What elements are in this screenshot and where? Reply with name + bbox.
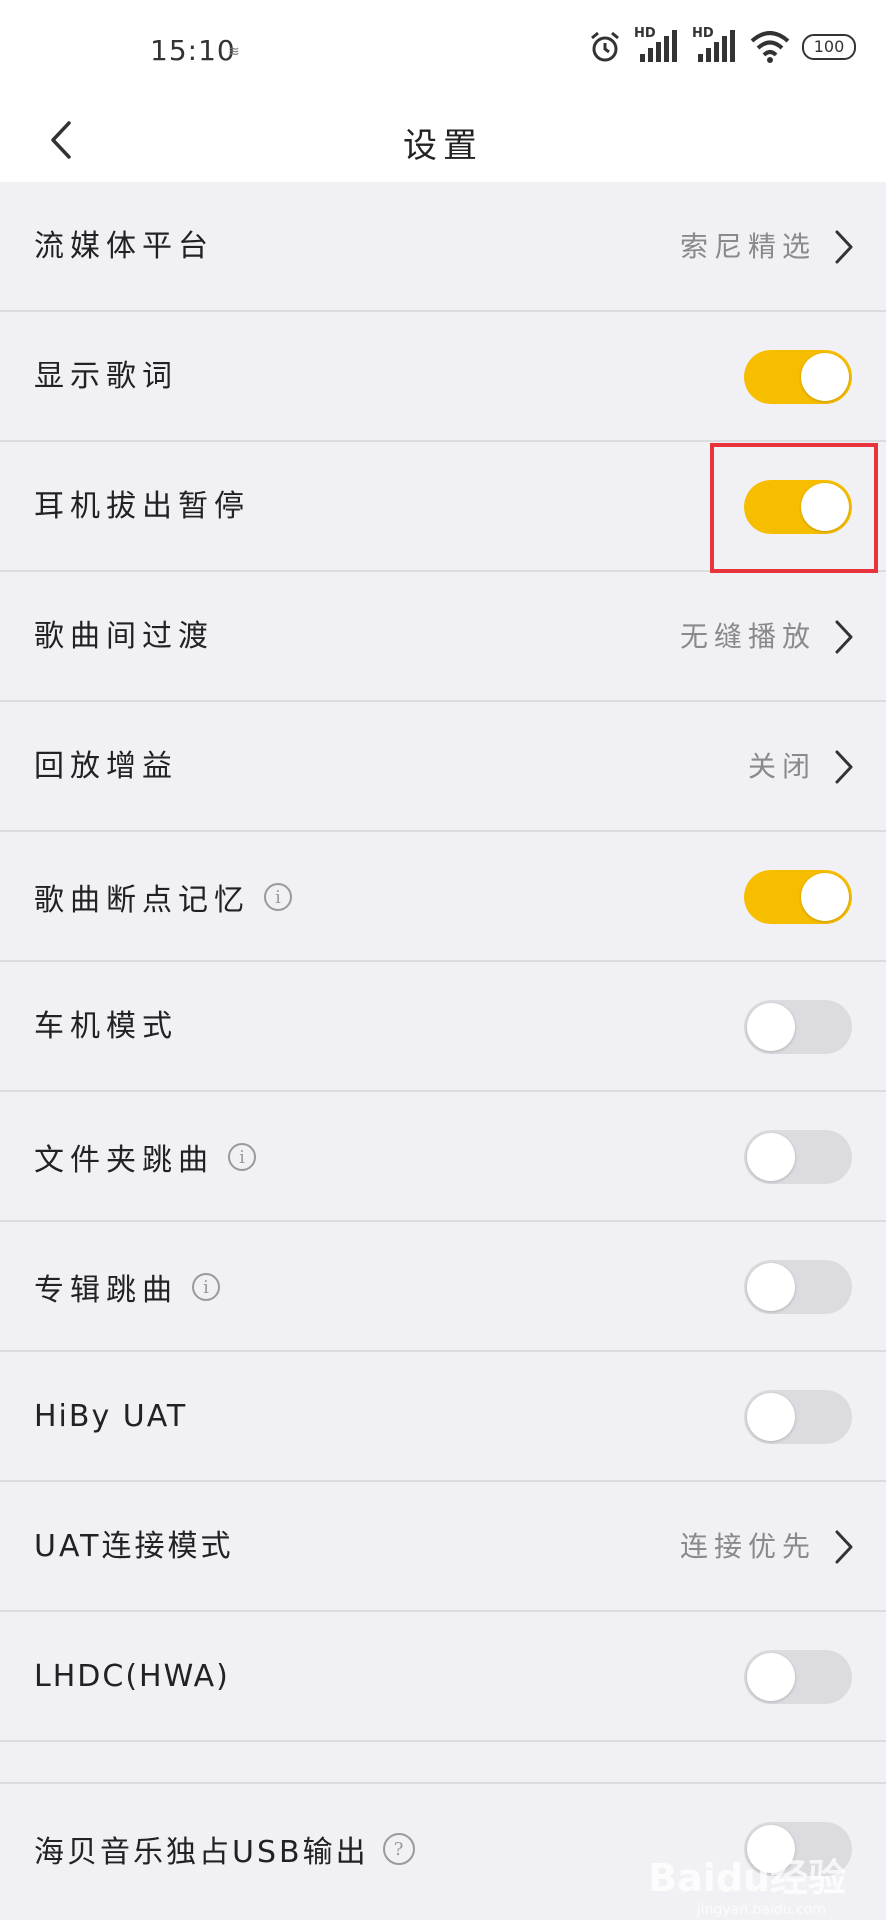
chevron-right-icon (835, 1530, 853, 1564)
chevron-right-icon (835, 620, 853, 654)
settings-list: 流媒体平台 索尼精选 显示歌词 耳机拔出暂停 歌曲间过渡 无缝播放 回放增益 关… (0, 182, 886, 1914)
setting-label: 文件夹跳曲 (34, 1143, 214, 1178)
setting-value: 无缝播放 (679, 620, 816, 653)
setting-label: 歌曲间过渡 (34, 619, 214, 654)
status-time: 15:10 (150, 34, 236, 67)
setting-show-lyrics: 显示歌词 (0, 312, 886, 442)
setting-label: 车机模式 (34, 1009, 178, 1044)
setting-streaming-platform[interactable]: 流媒体平台 索尼精选 (0, 182, 886, 312)
setting-label: 显示歌词 (34, 359, 178, 394)
setting-value: 索尼精选 (679, 230, 816, 263)
setting-label: 流媒体平台 (34, 229, 214, 264)
signal-1: HD (634, 26, 680, 64)
setting-folder-skip: 文件夹跳曲 i (0, 1092, 886, 1222)
hiby-uat-toggle[interactable] (744, 1390, 852, 1444)
chevron-right-icon (835, 230, 853, 264)
chevron-right-icon (835, 750, 853, 784)
wifi-icon (750, 31, 790, 63)
setting-song-transition[interactable]: 歌曲间过渡 无缝播放 (0, 572, 886, 702)
setting-lhdc: LHDC(HWA) (0, 1612, 886, 1742)
toggle-knob (747, 1263, 795, 1311)
headphone-unplug-pause-toggle[interactable] (744, 480, 852, 534)
toggle-knob (747, 1393, 795, 1441)
toggle-knob (747, 1133, 795, 1181)
setting-value: 连接优先 (679, 1530, 816, 1563)
setting-value: 关闭 (747, 750, 816, 783)
toggle-knob (801, 353, 849, 401)
setting-label: 专辑跳曲 (34, 1273, 178, 1308)
help-icon[interactable]: ? (382, 1833, 415, 1865)
show-lyrics-toggle[interactable] (744, 350, 852, 404)
section-divider (0, 1742, 886, 1784)
info-icon[interactable]: i (228, 1143, 256, 1171)
page-title: 设置 (403, 126, 483, 166)
label-group: 歌曲断点记忆 i (34, 832, 292, 962)
app-header: 设置 (0, 100, 886, 183)
setting-label: HiBy UAT (34, 1399, 188, 1434)
car-mode-toggle[interactable] (744, 1000, 852, 1054)
lhdc-toggle[interactable] (744, 1650, 852, 1704)
setting-album-skip: 专辑跳曲 i (0, 1222, 886, 1352)
setting-label: 歌曲断点记忆 (34, 883, 250, 918)
setting-car-mode: 车机模式 (0, 962, 886, 1092)
setting-hiby-uat: HiBy UAT (0, 1352, 886, 1482)
setting-label: 回放增益 (34, 749, 178, 784)
watermark-brand: Baidu经验 (648, 1856, 846, 1900)
setting-headphone-unplug-pause: 耳机拔出暂停 (0, 442, 886, 572)
album-skip-toggle[interactable] (744, 1260, 852, 1314)
info-icon[interactable]: i (264, 883, 292, 911)
toggle-knob (801, 873, 849, 921)
setting-uat-connection-mode[interactable]: UAT连接模式 连接优先 (0, 1482, 886, 1612)
toggle-knob (801, 483, 849, 531)
alarm-icon (591, 31, 619, 62)
battery-indicator: 100 (802, 34, 856, 60)
setting-label: LHDC(HWA) (34, 1659, 230, 1694)
toggle-knob (747, 1003, 795, 1051)
status-icons: HD HD 100 (588, 26, 856, 64)
setting-label: 海贝音乐独占USB输出 (34, 1835, 369, 1870)
signal-2: HD (692, 26, 738, 64)
label-group: 专辑跳曲 i (34, 1222, 220, 1352)
info-icon[interactable]: i (192, 1273, 220, 1301)
signal-icon-2 (698, 30, 735, 62)
toggle-knob (747, 1653, 795, 1701)
setting-label: 耳机拔出暂停 (34, 489, 250, 524)
setting-resume-playback: 歌曲断点记忆 i (0, 832, 886, 962)
label-group: 文件夹跳曲 i (34, 1092, 256, 1222)
folder-skip-toggle[interactable] (744, 1130, 852, 1184)
status-bar: 15:10 ≋ HD HD 100 (0, 0, 886, 100)
setting-label: UAT连接模式 (34, 1529, 234, 1564)
setting-replay-gain[interactable]: 回放增益 关闭 (0, 702, 886, 832)
label-group: 海贝音乐独占USB输出 ? (34, 1784, 415, 1914)
watermark-url: jingyan.baidu.com (696, 1902, 826, 1918)
signal-icon-1 (640, 30, 677, 62)
notification-icon: ≋ (228, 44, 240, 60)
resume-playback-toggle[interactable] (744, 870, 852, 924)
